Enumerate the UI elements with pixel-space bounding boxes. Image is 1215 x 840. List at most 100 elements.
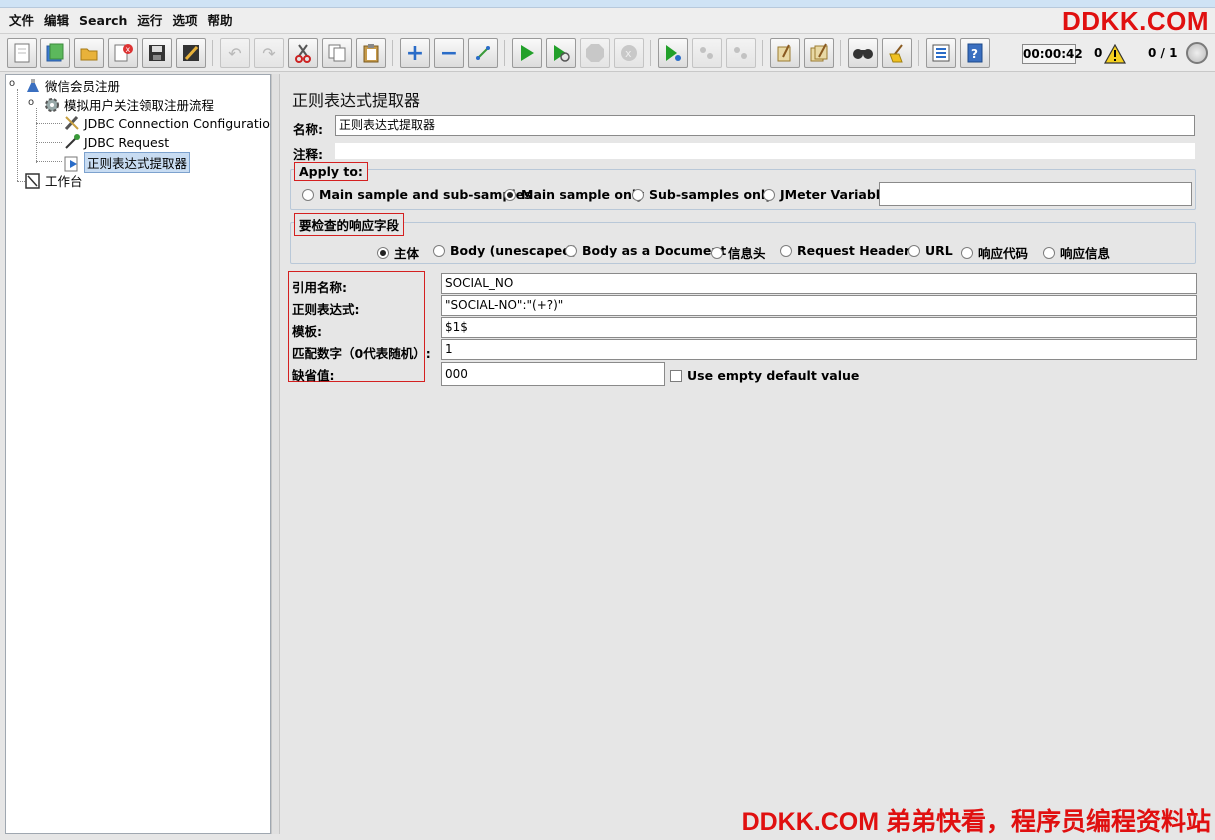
template-input[interactable]: $1$ (441, 317, 1197, 338)
save-as-icon[interactable] (176, 38, 206, 68)
tree-guide (17, 89, 18, 181)
close-icon[interactable]: x (108, 38, 138, 68)
radio-dot (1043, 246, 1055, 259)
tree-node-label: 微信会员注册 (45, 79, 121, 94)
stop-icon[interactable] (580, 38, 610, 68)
tree-node-label: 工作台 (45, 174, 83, 189)
search-icon[interactable] (848, 38, 878, 68)
expander-icon[interactable]: o (28, 97, 34, 108)
field-response-message-radio[interactable]: 响应信息 (1043, 243, 1110, 262)
templates-icon[interactable] (40, 38, 70, 68)
radio-label: 主体 (394, 246, 420, 261)
tree-node-label: 模拟用户关注领取注册流程 (64, 98, 215, 113)
paste-icon[interactable] (356, 38, 386, 68)
field-request-headers-radio[interactable]: Request Headers (780, 243, 918, 258)
expander-icon[interactable]: o (9, 78, 15, 89)
toolbar-separator (392, 40, 393, 66)
menu-file[interactable]: 文件 (4, 8, 39, 34)
new-icon[interactable] (7, 38, 37, 68)
toolbar-separator (840, 40, 841, 66)
open-icon[interactable] (74, 38, 104, 68)
radio-dot (961, 246, 973, 259)
match-number-input[interactable]: 1 (441, 339, 1197, 360)
radio-dot (908, 244, 920, 257)
tree-node-test-plan[interactable]: 微信会员注册 (24, 76, 120, 95)
radio-dot (433, 244, 445, 257)
radio-dot (780, 244, 792, 257)
collapse-icon[interactable]: − (434, 38, 464, 68)
remote-start-icon[interactable] (658, 38, 688, 68)
warning-icon[interactable] (1104, 44, 1126, 64)
tree-node-jdbc-request[interactable]: JDBC Request (63, 133, 169, 151)
field-response-code-radio[interactable]: 响应代码 (961, 243, 1028, 262)
default-value-input[interactable]: 000 (441, 362, 665, 386)
panel-splitter[interactable] (271, 74, 280, 834)
toolbar-separator (504, 40, 505, 66)
svg-text:x: x (126, 45, 131, 54)
apply-main-and-sub-radio[interactable]: Main sample and sub-samples (302, 187, 532, 202)
reset-search-icon[interactable] (882, 38, 912, 68)
shutdown-icon[interactable]: x (614, 38, 644, 68)
menu-edit[interactable]: 编辑 (39, 8, 74, 34)
regex-input[interactable]: "SOCIAL-NO":"(+?)" (441, 295, 1197, 316)
watermark-bottom: DDKK.COM 弟弟快看，程序员编程资料站 (741, 808, 1211, 836)
menu-help[interactable]: 帮助 (202, 8, 237, 34)
radio-dot (302, 188, 314, 201)
help-icon[interactable]: ? (960, 38, 990, 68)
start-no-pause-icon[interactable] (546, 38, 576, 68)
field-url-radio[interactable]: URL (908, 243, 953, 258)
clear-all-icon[interactable] (804, 38, 834, 68)
undo-icon[interactable]: ↶ (220, 38, 250, 68)
tree-node-label: JDBC Connection Configuration (84, 115, 278, 131)
field-body-radio[interactable]: 主体 (377, 243, 419, 262)
tree-node-label: JDBC Request (84, 134, 170, 150)
status-indicator-icon (1186, 42, 1208, 64)
regex-label: 正则表达式: (292, 302, 360, 317)
expand-icon[interactable]: + (400, 38, 430, 68)
radio-label: URL (925, 243, 953, 258)
menu-search[interactable]: Search (74, 8, 132, 34)
save-icon[interactable] (142, 38, 172, 68)
function-helper-icon[interactable] (926, 38, 956, 68)
pipette-icon (63, 133, 81, 151)
name-input[interactable]: 正则表达式提取器 (335, 115, 1195, 136)
test-plan-tree: o 微信会员注册 o 模拟用户关注领取注册流程 JDBC Connection … (5, 74, 278, 834)
apply-jmeter-variable-radio[interactable]: JMeter Variable (763, 187, 889, 202)
copy-icon[interactable] (322, 38, 352, 68)
cut-icon[interactable] (288, 38, 318, 68)
thread-count: 0 / 1 (1148, 46, 1178, 60)
redo-icon[interactable]: ↷ (254, 38, 284, 68)
toggle-icon[interactable] (468, 38, 498, 68)
remote-shutdown-icon[interactable] (726, 38, 756, 68)
remote-stop-icon[interactable] (692, 38, 722, 68)
start-icon[interactable] (512, 38, 542, 68)
toolbar-separator (650, 40, 651, 66)
tree-node-workbench[interactable]: 工作台 (24, 171, 83, 190)
clear-icon[interactable] (770, 38, 800, 68)
tree-node-jdbc-config[interactable]: JDBC Connection Configuration (63, 114, 278, 132)
tree-node-regex-extractor[interactable]: 正则表达式提取器 (63, 152, 191, 173)
svg-text:?: ? (971, 47, 978, 61)
menu-run[interactable]: 运行 (132, 8, 167, 34)
radio-dot (565, 244, 577, 257)
radio-label: Request Headers (797, 243, 918, 258)
field-body-document-radio[interactable]: Body as a Document (565, 243, 726, 258)
tree-node-thread-group[interactable]: 模拟用户关注领取注册流程 (43, 95, 214, 114)
menu-options[interactable]: 选项 (167, 8, 202, 34)
name-label: 名称: (293, 122, 323, 137)
extractor-icon (63, 154, 81, 172)
apply-main-only-radio[interactable]: Main sample only (504, 187, 644, 202)
apply-to-legend: Apply to: (294, 162, 368, 181)
reference-name-input[interactable]: SOCIAL_NO (441, 273, 1197, 294)
use-empty-default-checkbox[interactable]: Use empty default value (670, 368, 859, 383)
field-headers-radio[interactable]: 信息头 (711, 243, 766, 262)
radio-dot (763, 188, 775, 201)
jmeter-variable-input[interactable] (879, 182, 1192, 206)
field-body-unescaped-radio[interactable]: Body (unescaped) (433, 243, 577, 258)
comment-input[interactable] (335, 143, 1195, 159)
radio-dot (504, 188, 516, 201)
apply-sub-only-radio[interactable]: Sub-samples only (632, 187, 773, 202)
radio-dot (711, 246, 723, 259)
match-number-label: 匹配数字（0代表随机）: (292, 346, 431, 361)
radio-label: Body as a Document (582, 243, 727, 258)
